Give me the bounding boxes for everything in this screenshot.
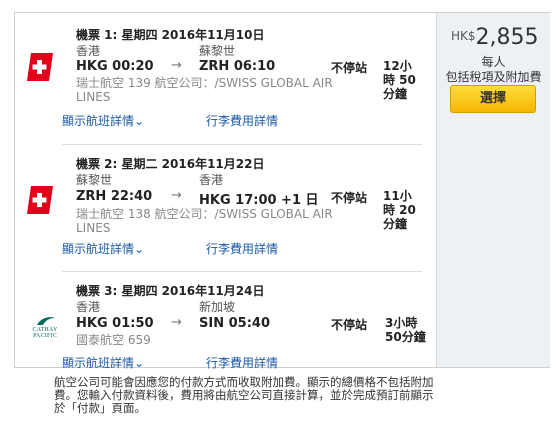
airline-label: 瑞士航空 139 航空公司：/SWISS GLOBAL AIR LINES: [76, 76, 333, 104]
show-flight-details-link[interactable]: 顯示航班詳情⌄: [62, 240, 144, 257]
duration-label: 12小時 50分鐘: [383, 59, 416, 101]
baggage-fees-link[interactable]: 行李費用詳情: [206, 354, 278, 371]
arrival-time: SIN 05:40: [199, 316, 270, 331]
departure-city: 香港: [76, 300, 101, 314]
flight-segment-1: 機票 1: 星期四 2016年11月10日 香港 蘇黎世 HKG 00:20 →…: [15, 13, 436, 133]
cathay-pacific-logo-icon: CATHAY PACIFIC: [21, 315, 69, 339]
show-flight-details-link[interactable]: 顯示航班詳情⌄: [62, 112, 144, 129]
segment-title: 機票 2: 星期二 2016年11月22日: [76, 157, 265, 171]
segment-title: 機票 1: 星期四 2016年11月10日: [76, 28, 265, 42]
departure-time: ZRH 22:40: [76, 189, 153, 204]
flight-details-label: 顯示航班詳情: [62, 356, 135, 370]
swiss-airlines-logo-icon: [27, 186, 53, 214]
chevron-down-icon: ⌄: [134, 114, 145, 128]
flight-details-label: 顯示航班詳情: [62, 242, 135, 256]
swiss-airlines-logo-icon: [27, 53, 53, 81]
surcharge-note: 航空公司可能會因應您的付款方式而收取附加費。顯示的總價格不包括附加費。您輸入付款…: [54, 375, 434, 415]
departure-city: 香港: [76, 44, 101, 58]
airline-label: 國泰航空 659: [76, 333, 151, 347]
stops-label: 不停站: [331, 318, 368, 332]
arrival-city: 新加坡: [199, 300, 236, 314]
flight-segment-3: CATHAY PACIFIC 機票 3: 星期四 2016年11月24日 香港 …: [15, 271, 436, 370]
includes-taxes-label: 包括稅項及附加費: [445, 70, 542, 84]
duration-label: 11小時 20分鐘: [383, 189, 416, 231]
price-amount: 2,855: [475, 25, 539, 50]
flight-details-label: 顯示航班詳情: [62, 114, 135, 128]
duration-label: 3小時 50分鐘: [385, 316, 426, 344]
price: HK$2,855: [451, 25, 539, 50]
baggage-fees-link[interactable]: 行李費用詳情: [206, 112, 278, 129]
arrow-right-icon: →: [171, 58, 182, 73]
price-panel: HK$2,855 每人 包括稅項及附加費 選擇: [436, 13, 550, 367]
arrival-city: 香港: [199, 173, 224, 187]
arrow-right-icon: →: [171, 315, 182, 330]
show-flight-details-link[interactable]: 顯示航班詳情⌄: [62, 354, 144, 371]
departure-time: HKG 01:50: [76, 316, 154, 331]
arrival-time: HKG 17:00 +1 日: [199, 193, 319, 208]
arrival-time: ZRH 06:10: [199, 59, 276, 74]
departure-time: HKG 00:20: [76, 59, 154, 74]
stops-label: 不停站: [331, 191, 368, 205]
arrival-city: 蘇黎世: [199, 44, 236, 58]
cathay-logo-text: CATHAY PACIFIC: [32, 327, 58, 339]
airline-label: 瑞士航空 138 航空公司：/SWISS GLOBAL AIR LINES: [76, 207, 333, 235]
baggage-fees-link[interactable]: 行李費用詳情: [206, 240, 278, 257]
segment-title: 機票 3: 星期四 2016年11月24日: [76, 284, 265, 298]
stops-label: 不停站: [331, 61, 368, 75]
chevron-down-icon: ⌄: [134, 356, 145, 370]
price-currency: HK$: [451, 29, 476, 43]
arrow-right-icon: →: [171, 188, 182, 203]
flight-segment-2: 機票 2: 星期二 2016年11月22日 蘇黎世 香港 ZRH 22:40 →…: [15, 144, 436, 264]
departure-city: 蘇黎世: [76, 173, 113, 187]
cathay-brushwing-icon: [37, 317, 55, 325]
chevron-down-icon: ⌄: [134, 242, 145, 256]
select-button[interactable]: 選擇: [450, 85, 536, 113]
flight-result-card: 機票 1: 星期四 2016年11月10日 香港 蘇黎世 HKG 00:20 →…: [14, 12, 550, 370]
